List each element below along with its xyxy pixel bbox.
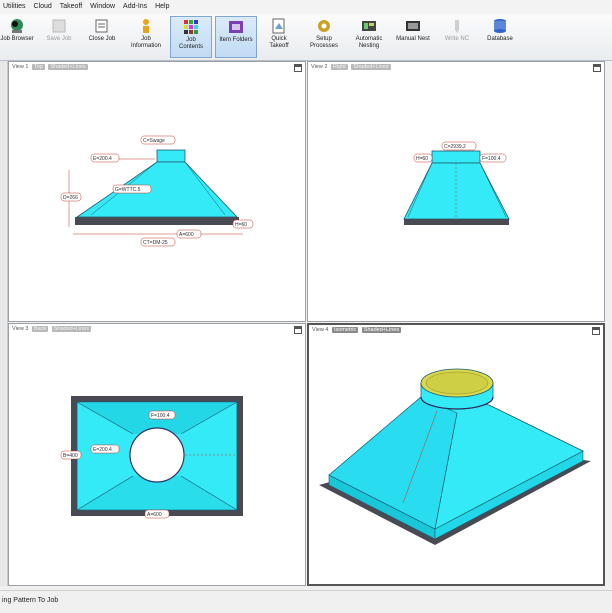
status-bar: ing Pattern To Job (0, 590, 612, 613)
collar-side (431, 150, 481, 164)
dim-g-label: G=WTTC.5 (115, 187, 141, 193)
item-folders-label: Item Folders (219, 37, 253, 43)
dim-c-label: C=2939.2 (444, 144, 466, 150)
view-2-drawing: C=2939.2 H=60 F=100.4 (403, 141, 510, 225)
save-job-label: Save Job (46, 36, 72, 42)
menu-cloud[interactable]: Cloud (31, 0, 55, 12)
manual-nest-icon (406, 21, 420, 31)
hood-flange (75, 217, 239, 225)
dim-e-label: E=200.4 (93, 447, 112, 453)
automatic-nesting-icon (362, 21, 376, 31)
write-nc-button[interactable]: Write NC (440, 16, 474, 58)
menu-add-ins[interactable]: Add-Ins (120, 0, 150, 12)
dim-d-label: D=266 (63, 195, 78, 201)
job-browser-button[interactable]: Job Browser (0, 16, 34, 58)
left-tool-strip[interactable] (0, 61, 8, 586)
setup-processes-button[interactable]: Setup Processes (305, 16, 343, 58)
manual-nest-button[interactable]: Manual Nest (392, 16, 434, 58)
view-2-panel[interactable]: View 2 Right Shaded+Lines C=2939.2 H=60 … (307, 61, 605, 322)
quick-takeoff-icon (272, 18, 285, 34)
write-nc-icon (455, 20, 459, 33)
item-folders-button[interactable]: Item Folders (215, 16, 257, 58)
dim-a-label: A=600 (147, 512, 162, 518)
dim-a-label: A=600 (179, 232, 194, 238)
save-job-icon (52, 19, 66, 33)
menu-bar: Utilities Cloud Takeoff Window Add-Ins H… (0, 0, 612, 15)
job-information-label: Job Information (130, 36, 161, 49)
job-information-button[interactable]: Job Information (126, 16, 166, 58)
view-3-panel[interactable]: View 3 Back Shaded+Lines F=100.4 E=200.4… (8, 323, 306, 586)
write-nc-label: Write NC (444, 36, 470, 42)
hood-body-front (75, 161, 238, 218)
menu-help[interactable]: Help (152, 0, 172, 12)
dim-c-label: C=Swage (143, 138, 165, 144)
menu-window[interactable]: Window (87, 0, 118, 12)
job-contents-label: Job Contents (178, 37, 203, 50)
dim-b-label: B=400 (63, 453, 78, 459)
database-button[interactable]: Database (482, 16, 518, 58)
dim-f-label: F=100.4 (151, 413, 170, 419)
ribbon-toolbar: Job Browser Save Job Close Job Job Infor… (0, 14, 612, 61)
dim-ct-label: CT=DM-25 (143, 240, 168, 246)
view-1-drawing: C=Swage E=200.4 G=WTTC.5 D=266 H=60 A=60… (60, 135, 254, 247)
menu-utilities[interactable]: Utilities (0, 0, 29, 12)
automatic-nesting-button[interactable]: Automatic Nesting (350, 16, 388, 58)
job-information-icon (143, 19, 149, 33)
dim-h-label: H=60 (235, 222, 247, 228)
menu-takeoff[interactable]: Takeoff (57, 0, 85, 12)
close-job-icon (95, 19, 108, 33)
dim-h-label: H=60 (416, 156, 428, 162)
job-contents-button[interactable]: Job Contents (170, 16, 212, 58)
close-job-button[interactable]: Close Job (84, 16, 120, 58)
close-job-label: Close Job (88, 36, 116, 42)
database-icon (494, 19, 506, 33)
job-browser-icon (11, 19, 23, 33)
automatic-nesting-label: Automatic Nesting (355, 36, 383, 49)
collar-front (156, 149, 186, 163)
hood-flange (404, 219, 509, 225)
quick-takeoff-button[interactable]: Quick Takeoff (262, 16, 296, 58)
view-4-drawing (319, 368, 591, 545)
dim-f-label: F=100.4 (482, 156, 501, 162)
job-browser-label: Job Browser (0, 36, 34, 42)
save-job-button[interactable]: Save Job (42, 16, 76, 58)
setup-processes-icon (318, 20, 330, 32)
item-folders-icon (229, 21, 243, 33)
status-text: ing Pattern To Job (2, 597, 59, 604)
view-4-panel[interactable]: View 4 Isometric Shaded+Lines (307, 323, 605, 586)
quick-takeoff-label: Quick Takeoff (269, 36, 289, 49)
setup-processes-label: Setup Processes (309, 36, 338, 49)
database-label: Database (487, 36, 513, 42)
view-3-drawing: F=100.4 E=200.4 B=400 A=600 (60, 396, 243, 519)
collar-opening (129, 427, 185, 483)
job-contents-icon (184, 20, 198, 34)
dim-e-label: E=200.4 (93, 156, 112, 162)
view-1-panel[interactable]: View 1 Top Shaded+Lines C=Swage E=200.4 … (8, 61, 306, 322)
manual-nest-label: Manual Nest (396, 36, 430, 42)
